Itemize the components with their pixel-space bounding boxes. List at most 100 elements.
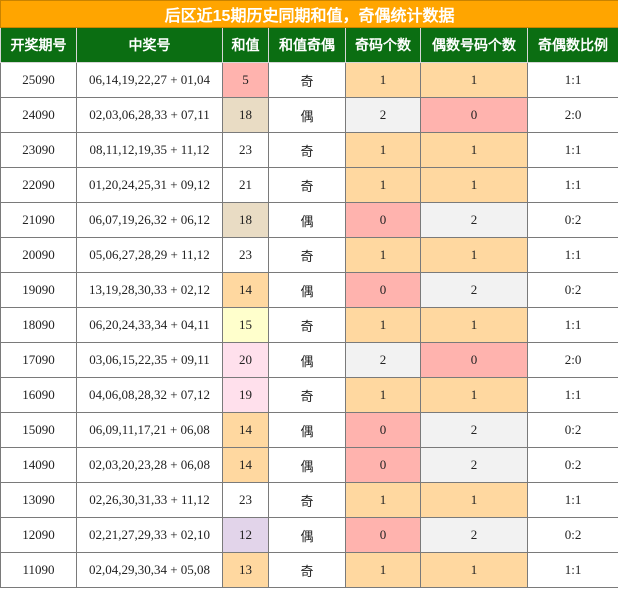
sum-parity-cell: 奇	[268, 307, 346, 343]
ratio-cell: 0:2	[526, 412, 618, 448]
period-cell: 23090	[0, 132, 77, 168]
winning-numbers-cell: 04,06,08,28,32 + 07,12	[76, 377, 223, 413]
even-count-cell: 1	[420, 377, 528, 413]
period-cell: 25090	[0, 62, 77, 98]
table-row: 17090 03,06,15,22,35 + 09,11 20 偶 2 0 2:0	[0, 342, 618, 378]
sum-cell: 14	[222, 272, 269, 308]
even-count-cell: 0	[420, 97, 528, 133]
sum-parity-cell: 奇	[268, 237, 346, 273]
winning-numbers-cell: 05,06,27,28,29 + 11,12	[76, 237, 223, 273]
winning-numbers-cell: 13,19,28,30,33 + 02,12	[76, 272, 223, 308]
period-cell: 21090	[0, 202, 77, 238]
sum-cell: 19	[222, 377, 269, 413]
table-row: 11090 02,04,29,30,34 + 05,08 13 奇 1 1 1:1	[0, 552, 618, 588]
table-row: 15090 06,09,11,17,21 + 06,08 14 偶 0 2 0:2	[0, 412, 618, 448]
odd-count-cell: 0	[345, 202, 421, 238]
winning-numbers-cell: 02,21,27,29,33 + 02,10	[76, 517, 223, 553]
sum-cell: 18	[222, 97, 269, 133]
table-row: 22090 01,20,24,25,31 + 09,12 21 奇 1 1 1:1	[0, 167, 618, 203]
ratio-cell: 1:1	[526, 377, 618, 413]
winning-numbers-cell: 06,14,19,22,27 + 01,04	[76, 62, 223, 98]
header-odd-count: 奇码个数	[345, 27, 421, 63]
odd-count-cell: 0	[345, 272, 421, 308]
even-count-cell: 2	[420, 517, 528, 553]
odd-count-cell: 1	[345, 482, 421, 518]
parity-stats-table: 后区近15期历史同期和值，奇偶统计数据 开奖期号 中奖号 和值 和值奇偶 奇码个…	[0, 0, 618, 588]
period-cell: 11090	[0, 552, 77, 588]
table-row: 18090 06,20,24,33,34 + 04,11 15 奇 1 1 1:1	[0, 307, 618, 343]
table-title: 后区近15期历史同期和值，奇偶统计数据	[0, 0, 618, 28]
period-cell: 13090	[0, 482, 77, 518]
sum-cell: 12	[222, 517, 269, 553]
table-row: 19090 13,19,28,30,33 + 02,12 14 偶 0 2 0:2	[0, 272, 618, 308]
ratio-cell: 1:1	[526, 552, 618, 588]
winning-numbers-cell: 03,06,15,22,35 + 09,11	[76, 342, 223, 378]
period-cell: 14090	[0, 447, 77, 483]
sum-parity-cell: 偶	[268, 342, 346, 378]
sum-parity-cell: 奇	[268, 377, 346, 413]
table-row: 20090 05,06,27,28,29 + 11,12 23 奇 1 1 1:1	[0, 237, 618, 273]
odd-count-cell: 2	[345, 97, 421, 133]
sum-cell: 23	[222, 482, 269, 518]
header-row: 开奖期号 中奖号 和值 和值奇偶 奇码个数 偶数号码个数 奇偶数比例	[0, 27, 618, 63]
even-count-cell: 2	[420, 202, 528, 238]
period-cell: 12090	[0, 517, 77, 553]
odd-count-cell: 0	[345, 412, 421, 448]
winning-numbers-cell: 06,09,11,17,21 + 06,08	[76, 412, 223, 448]
odd-count-cell: 0	[345, 447, 421, 483]
sum-parity-cell: 奇	[268, 62, 346, 98]
winning-numbers-cell: 06,07,19,26,32 + 06,12	[76, 202, 223, 238]
odd-count-cell: 0	[345, 517, 421, 553]
stats-page: 后区近15期历史同期和值，奇偶统计数据 开奖期号 中奖号 和值 和值奇偶 奇码个…	[0, 0, 618, 590]
odd-count-cell: 1	[345, 132, 421, 168]
title-row: 后区近15期历史同期和值，奇偶统计数据	[0, 0, 618, 28]
period-cell: 24090	[0, 97, 77, 133]
winning-numbers-cell: 02,03,20,23,28 + 06,08	[76, 447, 223, 483]
odd-count-cell: 1	[345, 237, 421, 273]
sum-parity-cell: 偶	[268, 447, 346, 483]
ratio-cell: 1:1	[526, 132, 618, 168]
period-cell: 19090	[0, 272, 77, 308]
sum-cell: 23	[222, 132, 269, 168]
period-cell: 20090	[0, 237, 77, 273]
ratio-cell: 0:2	[526, 447, 618, 483]
even-count-cell: 1	[420, 552, 528, 588]
ratio-cell: 0:2	[526, 202, 618, 238]
even-count-cell: 0	[420, 342, 528, 378]
sum-cell: 18	[222, 202, 269, 238]
period-cell: 17090	[0, 342, 77, 378]
odd-count-cell: 1	[345, 552, 421, 588]
sum-parity-cell: 偶	[268, 412, 346, 448]
table-body: 25090 06,14,19,22,27 + 01,04 5 奇 1 1 1:1 24090 0…	[0, 62, 618, 588]
sum-cell: 20	[222, 342, 269, 378]
sum-cell: 14	[222, 412, 269, 448]
winning-numbers-cell: 02,26,30,31,33 + 11,12	[76, 482, 223, 518]
even-count-cell: 1	[420, 132, 528, 168]
winning-numbers-cell: 02,04,29,30,34 + 05,08	[76, 552, 223, 588]
sum-parity-cell: 奇	[268, 482, 346, 518]
even-count-cell: 2	[420, 412, 528, 448]
sum-parity-cell: 奇	[268, 552, 346, 588]
even-count-cell: 1	[420, 167, 528, 203]
ratio-cell: 1:1	[526, 62, 618, 98]
header-even-count: 偶数号码个数	[420, 27, 528, 63]
ratio-cell: 1:1	[526, 482, 618, 518]
period-cell: 18090	[0, 307, 77, 343]
sum-cell: 14	[222, 447, 269, 483]
table-row: 24090 02,03,06,28,33 + 07,11 18 偶 2 0 2:0	[0, 97, 618, 133]
odd-count-cell: 1	[345, 307, 421, 343]
table-row: 14090 02,03,20,23,28 + 06,08 14 偶 0 2 0:2	[0, 447, 618, 483]
odd-count-cell: 2	[345, 342, 421, 378]
even-count-cell: 1	[420, 237, 528, 273]
sum-parity-cell: 偶	[268, 202, 346, 238]
sum-parity-cell: 奇	[268, 167, 346, 203]
sum-parity-cell: 奇	[268, 132, 346, 168]
table-row: 12090 02,21,27,29,33 + 02,10 12 偶 0 2 0:2	[0, 517, 618, 553]
even-count-cell: 1	[420, 62, 528, 98]
winning-numbers-cell: 02,03,06,28,33 + 07,11	[76, 97, 223, 133]
sum-cell: 5	[222, 62, 269, 98]
table-row: 25090 06,14,19,22,27 + 01,04 5 奇 1 1 1:1	[0, 62, 618, 98]
ratio-cell: 1:1	[526, 167, 618, 203]
winning-numbers-cell: 08,11,12,19,35 + 11,12	[76, 132, 223, 168]
winning-numbers-cell: 06,20,24,33,34 + 04,11	[76, 307, 223, 343]
